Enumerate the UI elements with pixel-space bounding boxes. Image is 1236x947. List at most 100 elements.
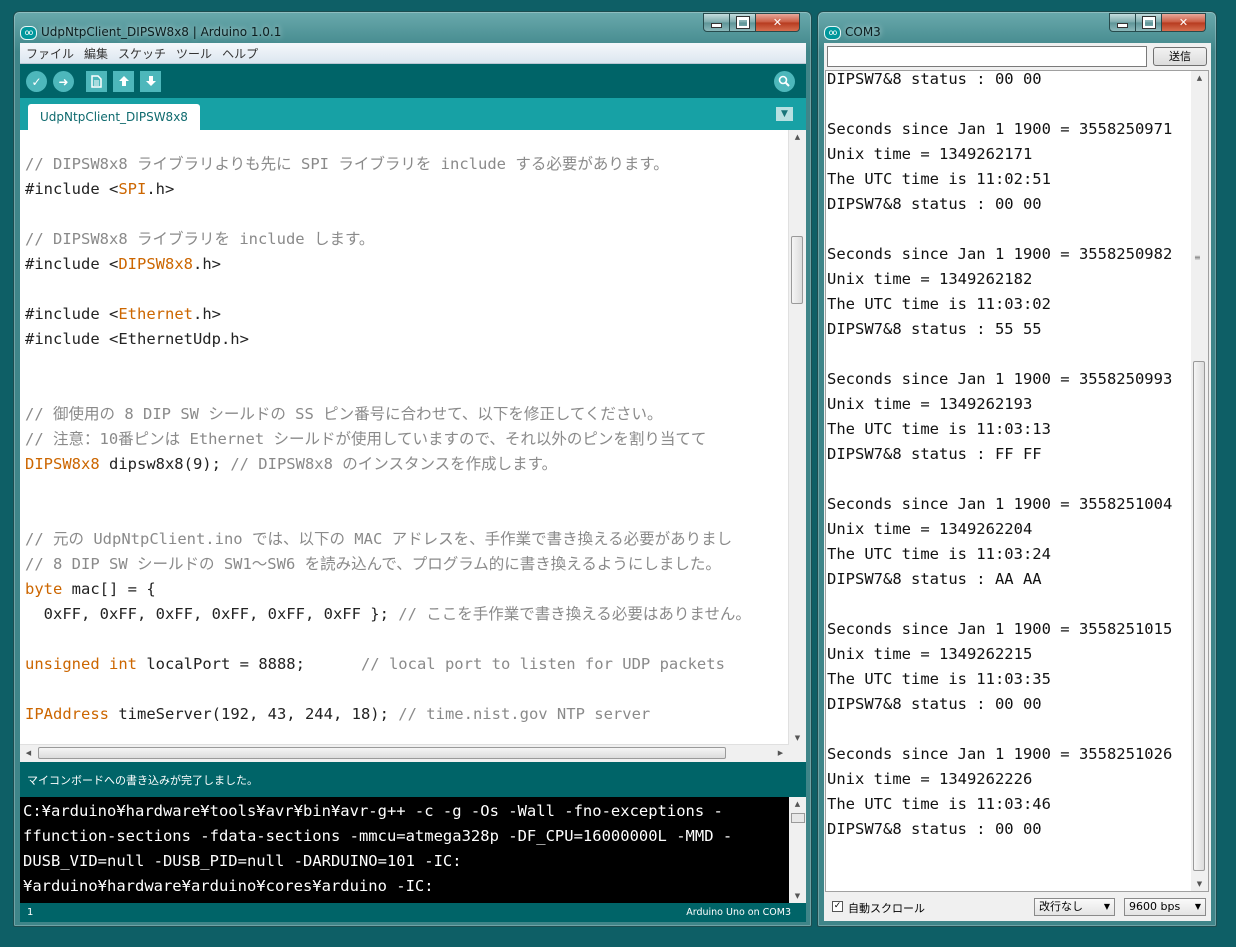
code-line[interactable]: // DIPSW8x8 ライブラリよりも先に SPI ライブラリを includ… <box>25 152 785 177</box>
line-ending-select[interactable]: 改行なし ▼ <box>1034 898 1115 916</box>
editor-vertical-scrollbar[interactable]: ▲ ▼ <box>788 130 806 745</box>
code-token-keyword: DIPSW8x8 <box>118 255 193 273</box>
serial-line: DIPSW7&8 status : 00 00 <box>827 820 1042 838</box>
serial-output[interactable]: DIPSW7&8 status : 00 00 Seconds since Jan… <box>825 70 1209 892</box>
autoscroll-checkbox[interactable]: ✓ <box>832 901 843 912</box>
code-line[interactable]: DIPSW8x8 dipsw8x8(9); // DIPSW8x8 のインスタン… <box>25 452 785 477</box>
ide-toolbar: ✓ ➜ <box>20 64 806 98</box>
console-scroll-down-icon[interactable]: ▼ <box>789 892 806 900</box>
code-line[interactable]: #include <Ethernet.h> <box>25 302 785 327</box>
code-line[interactable]: unsigned int localPort = 8888; // local … <box>25 652 785 677</box>
serial-monitor-button[interactable] <box>774 71 795 92</box>
code-line[interactable] <box>25 377 785 402</box>
code-token-keyword: IPAddress <box>25 705 109 723</box>
code-editor[interactable]: // DIPSW8x8 ライブラリよりも先に SPI ライブラリを includ… <box>20 130 806 762</box>
code-line[interactable] <box>25 627 785 652</box>
scroll-left-icon[interactable]: ◀ <box>20 749 37 757</box>
close-button[interactable]: ✕ <box>756 13 800 32</box>
code-line[interactable]: // 元の UdpNtpClient.ino では、以下の MAC アドレスを、… <box>25 527 785 552</box>
menu-tools[interactable]: ツール <box>172 45 216 62</box>
maximize-button[interactable] <box>730 13 756 32</box>
baud-rate-value: 9600 bps <box>1129 900 1181 913</box>
code-line[interactable]: #include <DIPSW8x8.h> <box>25 252 785 277</box>
save-button[interactable] <box>140 71 161 92</box>
serial-line: The UTC time is 11:02:51 <box>827 170 1051 188</box>
console-line: ffunction-sections -fdata-sections -mmcu… <box>23 827 733 845</box>
send-button[interactable]: 送信 <box>1153 47 1207 66</box>
code-line[interactable]: // DIPSW8x8 ライブラリを include します。 <box>25 227 785 252</box>
scroll-down-icon[interactable]: ▼ <box>789 734 806 742</box>
code-line[interactable] <box>25 677 785 702</box>
code-line[interactable] <box>25 202 785 227</box>
code-line[interactable]: // 8 DIP SW シールドの SW1〜SW6 を読み込んで、プログラム的に… <box>25 552 785 577</box>
serial-line: DIPSW7&8 status : FF FF <box>827 445 1042 463</box>
menu-sketch[interactable]: スケッチ <box>114 45 170 62</box>
code-token-plain: #include < <box>25 180 119 198</box>
menu-edit[interactable]: 編集 <box>80 45 112 62</box>
console-line: C:¥arduino¥hardware¥tools¥avr¥bin¥avr-g+… <box>23 802 723 820</box>
new-button[interactable] <box>86 71 107 92</box>
code-text[interactable]: // DIPSW8x8 ライブラリよりも先に SPI ライブラリを includ… <box>25 152 785 745</box>
chevron-down-icon: ▼ <box>1103 902 1110 911</box>
line-number: 1 <box>27 907 34 918</box>
code-line[interactable]: // 御使用の 8 DIP SW シールドの SS ピン番号に合わせて、以下を修… <box>25 402 785 427</box>
code-line[interactable] <box>25 277 785 302</box>
tab-menu-button[interactable]: ▼ <box>776 107 793 121</box>
autoscroll-label: 自動スクロール <box>848 902 925 915</box>
code-line[interactable]: #include <EthernetUdp.h> <box>25 327 785 352</box>
menu-help[interactable]: ヘルプ <box>218 45 262 62</box>
ide-window-title: UdpNtpClient_DIPSW8x8 | Arduino 1.0.1 <box>41 25 282 39</box>
minimize-button[interactable] <box>1109 13 1136 32</box>
scroll-right-icon[interactable]: ▶ <box>772 749 789 757</box>
menu-file[interactable]: ファイル <box>22 45 78 62</box>
code-token-plain: #include < <box>25 255 119 273</box>
code-token-keyword: SPI <box>118 180 147 198</box>
serial-send-input[interactable] <box>827 46 1147 67</box>
minimize-button[interactable] <box>703 13 730 32</box>
compiler-console[interactable]: C:¥arduino¥hardware¥tools¥avr¥bin¥avr-g+… <box>20 797 806 903</box>
serial-scroll-down-icon[interactable]: ▼ <box>1191 880 1208 888</box>
upload-icon: ➜ <box>58 74 69 89</box>
open-button[interactable] <box>113 71 134 92</box>
console-scroll-up-icon[interactable]: ▲ <box>789 800 806 808</box>
serial-line: DIPSW7&8 status : 55 55 <box>827 320 1042 338</box>
code-line[interactable]: // 注意：10番ピンは Ethernet シールドが使用していますので、それ以… <box>25 427 785 452</box>
editor-horizontal-scrollbar[interactable]: ◀ ▶ <box>20 744 789 762</box>
serial-line: Seconds since Jan 1 1900 = 3558250982 <box>827 245 1173 263</box>
serial-line <box>827 467 1187 492</box>
serial-scrollbar[interactable]: ▲ ≡ ▼ <box>1191 71 1208 891</box>
console-scrollbar[interactable]: ▲ ▼ <box>789 797 806 903</box>
serial-window-title: COM3 <box>845 25 881 39</box>
code-line[interactable] <box>25 502 785 527</box>
maximize-button[interactable] <box>1136 13 1162 32</box>
console-line: DUSB_VID=null -DUSB_PID=null -DARDUINO=1… <box>23 852 462 870</box>
sketch-tabs: UdpNtpClient_DIPSW8x8 ▼ <box>20 98 806 130</box>
tab-sketch[interactable]: UdpNtpClient_DIPSW8x8 <box>28 104 200 130</box>
code-token-keyword: unsigned <box>25 655 100 673</box>
serial-scroll-up-icon[interactable]: ▲ <box>1191 74 1208 82</box>
code-token-comment: // local port to listen for UDP packets <box>360 655 725 673</box>
serial-window-controls: ✕ <box>1109 13 1206 32</box>
code-line[interactable]: 0xFF, 0xFF, 0xFF, 0xFF, 0xFF, 0xFF }; //… <box>25 602 785 627</box>
scroll-up-icon[interactable]: ▲ <box>789 133 806 141</box>
close-button[interactable]: ✕ <box>1162 13 1206 32</box>
code-token-plain: #include <EthernetUdp.h> <box>25 330 249 348</box>
code-token-comment: // 御使用の 8 DIP SW シールドの SS ピン番号に合わせて、以下を修… <box>25 405 663 423</box>
code-line[interactable] <box>25 352 785 377</box>
editor-vertical-thumb[interactable] <box>791 236 803 304</box>
serial-line: Unix time = 1349262204 <box>827 520 1033 538</box>
serial-output-text: DIPSW7&8 status : 00 00 Seconds since Jan… <box>827 71 1187 842</box>
code-line[interactable]: IPAddress timeServer(192, 43, 244, 18); … <box>25 702 785 727</box>
serial-line: Unix time = 1349262226 <box>827 770 1033 788</box>
baud-rate-select[interactable]: 9600 bps ▼ <box>1124 898 1206 916</box>
serial-scroll-thumb[interactable] <box>1193 361 1205 871</box>
serial-line <box>827 92 1187 117</box>
code-line[interactable] <box>25 477 785 502</box>
editor-horizontal-thumb[interactable] <box>38 747 726 759</box>
upload-button[interactable]: ➜ <box>53 71 74 92</box>
code-line[interactable]: byte mac[] = { <box>25 577 785 602</box>
verify-button[interactable]: ✓ <box>26 71 47 92</box>
console-scroll-thumb[interactable] <box>791 813 805 823</box>
code-line[interactable]: #include <SPI.h> <box>25 177 785 202</box>
arduino-logo-icon: oo <box>20 26 37 40</box>
